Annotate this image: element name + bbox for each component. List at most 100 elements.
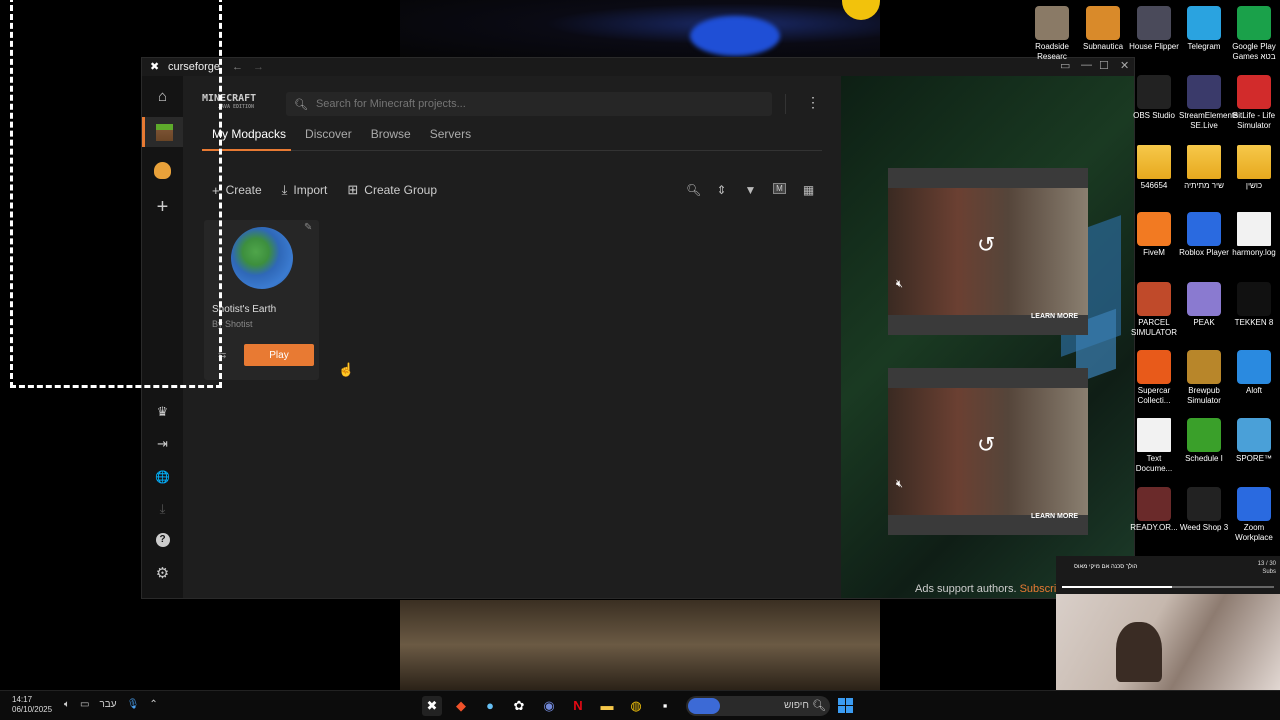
network-icon[interactable]: ▭ [80,699,89,710]
sidebar-item-help[interactable]: ? [142,525,183,555]
curseforge-logo-icon: ✖ [150,61,160,73]
filter-icon[interactable]: ▼ [744,183,757,197]
search-icon[interactable]: 🔍︎ [686,183,701,197]
desktop-icon[interactable]: כושין [1229,145,1279,191]
tab-browse[interactable]: Browse [371,125,411,153]
active-tab-indicator [202,149,291,151]
sidebar-item-download[interactable]: ⤓ [142,494,183,524]
play-button[interactable]: Play [244,344,314,366]
sidebar-item-home[interactable]: ⌂ [142,81,183,111]
language-indicator[interactable]: עבר [99,699,116,710]
ad-video-2[interactable]: ↺ 🔇︎ LEARN MORE [888,368,1088,535]
desktop-icon-label: PARCEL SIMULATOR [1131,318,1177,337]
more-menu-icon[interactable]: ⋮ [806,94,820,111]
chatgpt-icon[interactable]: ✿ [509,696,529,716]
grid-icon[interactable]: ▦ [802,183,815,197]
import-button[interactable]: ⤓ Import [282,182,328,198]
desktop-icon[interactable]: House Flipper [1129,6,1179,52]
discord-icon[interactable]: ◉ [539,696,559,716]
desktop-icon[interactable]: Schedule I [1179,418,1229,464]
sort-icon[interactable]: ⇕ [715,183,728,197]
desktop-icon[interactable]: harmony.log [1229,212,1279,258]
chrome-icon[interactable]: ◍ [626,696,646,716]
brave-browser-icon[interactable]: ◆ [451,696,471,716]
terminal-icon[interactable]: ▪ [655,696,675,716]
ads-note-text: Ads support authors. [915,583,1017,595]
sidebar-item-settings[interactable]: ⚙ [142,558,183,588]
swap-icon[interactable]: ⇆ [218,350,226,361]
modpack-card[interactable]: ✎ Shotist's Earth By Shotist ⇆ Play [204,220,319,380]
desktop-icon-label: Telegram [1187,42,1221,51]
desktop-app-icon [1187,350,1221,384]
desktop-icon[interactable]: Subnautica [1078,6,1128,52]
close-button[interactable]: ✕ [1120,59,1129,72]
desktop-icon[interactable]: BitLife - Life Simulator [1229,75,1279,131]
microphone-icon[interactable]: 🎙︎ [127,699,140,710]
desktop-icon[interactable]: Roblox Player [1179,212,1229,258]
learn-more-link[interactable]: LEARN MORE [1031,313,1078,320]
desktop-icon[interactable]: Zoom Workplace [1229,487,1279,543]
replay-icon[interactable]: ↺ [977,232,995,258]
desktop-icon[interactable]: Text Docume... [1129,418,1179,474]
edit-icon[interactable]: ✎ [304,222,312,233]
clock-date: 06/10/2025 [12,705,53,714]
minimize-button[interactable]: — [1081,59,1092,71]
taskbar-search[interactable]: חיפוש 🔍︎ [686,696,830,716]
desktop-icon[interactable]: Weed Shop 3 [1179,487,1229,533]
sidebar-item-game2[interactable] [142,155,183,185]
speaker-icon[interactable]: 🔈︎ [64,699,70,710]
desktop-icon[interactable]: שיר מתיתיה [1179,145,1229,191]
curseforge-taskbar-icon[interactable]: ✖ [422,696,442,716]
netflix-icon[interactable]: N [568,696,588,716]
mute-icon[interactable]: 🔇︎ [896,278,903,291]
search-input[interactable] [315,98,756,110]
m-icon[interactable]: M [773,183,786,194]
desktop-icon[interactable]: Google Play Games בטא [1229,6,1279,62]
forward-arrow-icon[interactable]: → [253,61,264,73]
sidebar-item-language[interactable]: 🌐 [142,462,183,492]
create-group-button[interactable]: ⊞ Create Group [347,182,437,198]
desktop-icon[interactable]: PEAK [1179,282,1229,328]
mute-icon[interactable]: 🔇︎ [896,478,903,491]
desktop-icon[interactable]: READY.OR... [1129,487,1179,533]
ad-header [888,368,1088,388]
windows-start-icon[interactable] [838,698,853,713]
modpack-author: By Shotist [212,319,253,329]
sidebar-item-add-game[interactable]: + [142,192,183,222]
chevron-up-icon[interactable]: ⌃ [149,699,157,710]
curseforge-window: ✖ curseforge ← → ▭ — ☐ ✕ ⌂ + ♛ ⇥ 🌐 ⤓ ? ⚙… [141,57,1135,599]
desktop-icon[interactable]: Roadside Researc [1027,6,1077,62]
title-bar: ✖ curseforge ← → ▭ — ☐ ✕ [142,58,1134,76]
sidebar-item-login[interactable]: ⇥ [142,429,183,459]
ad-video-1[interactable]: ↺ 🔇︎ LEARN MORE [888,168,1088,335]
desktop-icon[interactable]: TEKKEN 8 [1229,282,1279,328]
search-box[interactable]: 🔍︎ [286,92,772,116]
desktop-icon[interactable]: StreamElements SE.Live [1179,75,1238,131]
learn-more-link[interactable]: LEARN MORE [1031,513,1078,520]
taskbar-clock[interactable]: 14:17 06/10/2025 [12,695,52,715]
sidebar-item-premium[interactable]: ♛ [142,397,183,427]
desktop-icon[interactable]: PARCEL SIMULATOR [1129,282,1179,338]
desktop-icon[interactable]: Aloft [1229,350,1279,396]
ads-support-note: Ads support authors. Subscrib [915,583,1062,595]
desktop-icon-label: Google Play Games בטא [1232,42,1276,61]
maximize-button[interactable]: ☐ [1099,59,1109,72]
desktop-icon[interactable]: 546654 [1129,145,1179,191]
tab-discover[interactable]: Discover [305,125,352,153]
desktop-icon[interactable]: Brewpub Simulator [1179,350,1229,406]
sidebar-item-minecraft[interactable] [142,117,183,147]
wallpaper-bottom [400,600,880,690]
back-arrow-icon[interactable]: ← [232,61,243,73]
desktop-app-icon [1237,350,1271,384]
desktop-icon[interactable]: Telegram [1179,6,1229,52]
replay-icon[interactable]: ↺ [977,432,995,458]
create-button[interactable]: + Create [212,183,262,198]
desktop-icon[interactable]: FiveM [1129,212,1179,258]
file-explorer-icon[interactable]: ▬ [597,696,617,716]
desktop-icon[interactable]: SPORE™ [1229,418,1279,464]
steam-icon[interactable]: ● [480,696,500,716]
desktop-icon[interactable]: OBS Studio [1129,75,1179,121]
desktop-app-icon [1086,6,1120,40]
desktop-icon[interactable]: Supercar Collecti... [1129,350,1179,406]
tab-servers[interactable]: Servers [430,125,471,153]
